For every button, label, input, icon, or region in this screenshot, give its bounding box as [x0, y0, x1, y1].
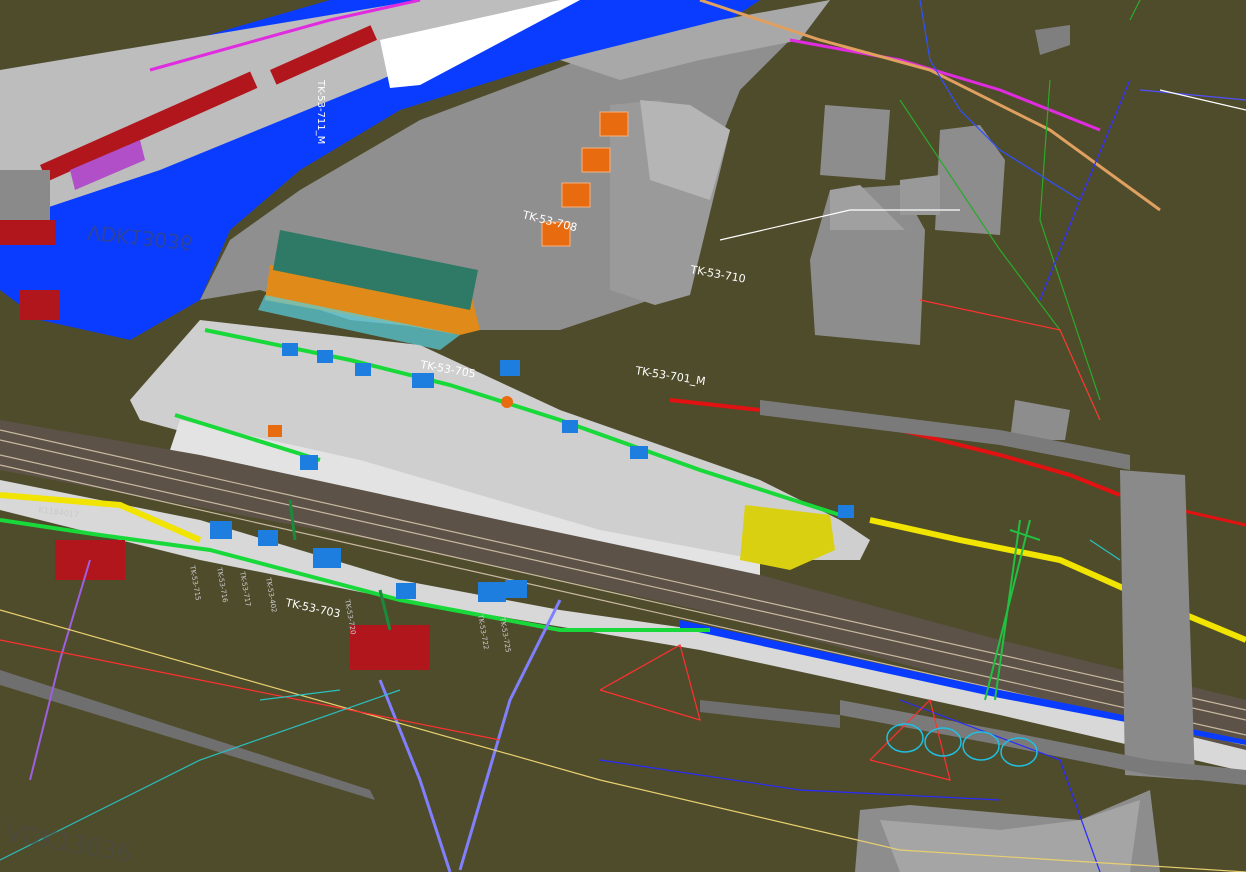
model-viewport[interactable]: TK-53-708 TK-53-710 TK-53-705 TK-53-701_… — [0, 0, 1246, 872]
bridge-deck — [1120, 470, 1195, 780]
orange-buoy — [501, 396, 513, 408]
label-tk-53-711m: TK-53-711_M — [315, 79, 326, 144]
orange-sign — [268, 425, 282, 437]
